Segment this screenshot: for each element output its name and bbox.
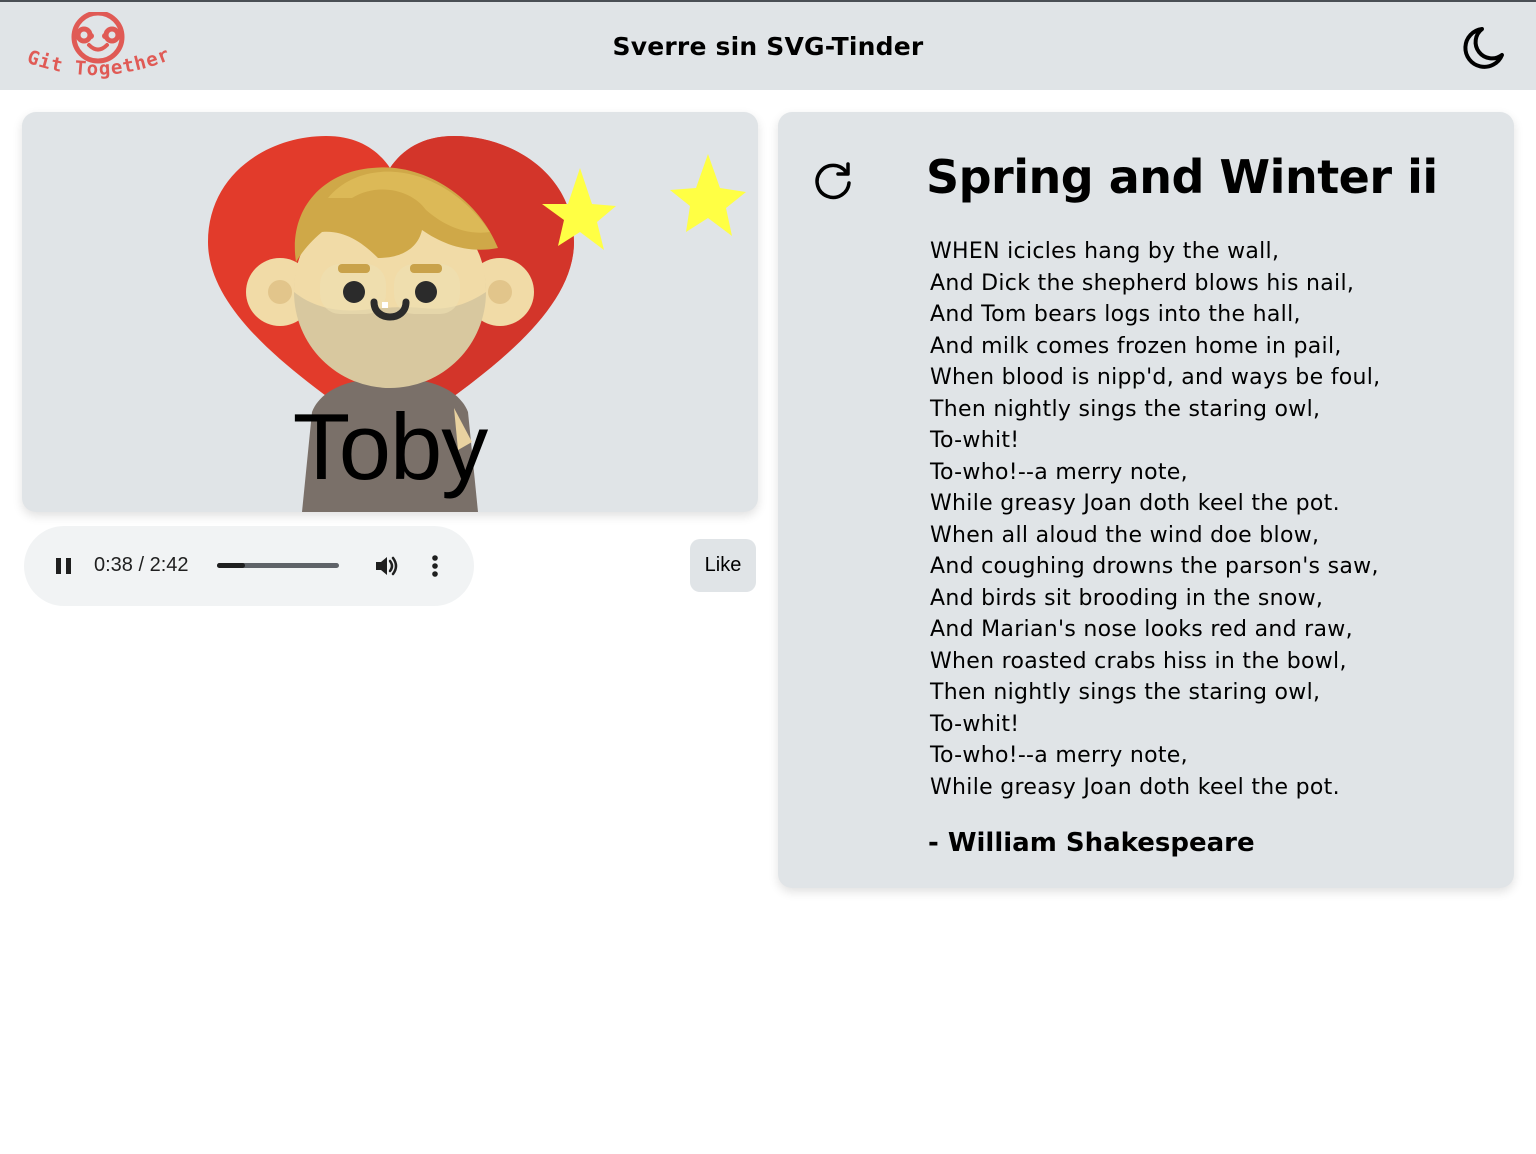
poem-line: To-whit! <box>930 428 1020 453</box>
refresh-poem-button[interactable] <box>810 158 856 204</box>
poem-line: Then nightly sings the staring owl, <box>930 396 1321 422</box>
poem-line: To-who!--a merry note, <box>930 459 1188 485</box>
poem-author: - William Shakespeare <box>928 828 1255 858</box>
like-button[interactable]: Like <box>690 539 756 592</box>
poem-line: And Marian's nose looks red and raw, <box>930 617 1353 642</box>
poem-body: WHEN icicles hang by the wall, And Dick t… <box>930 236 1380 803</box>
pause-icon <box>56 558 71 574</box>
volume-button[interactable] <box>372 552 400 580</box>
audio-player[interactable]: 0:38 / 2:42 <box>24 526 474 606</box>
profile-name: Toby <box>292 394 489 499</box>
dark-mode-toggle[interactable] <box>1458 22 1510 74</box>
page-title: Sverre sin SVG-Tinder <box>612 32 924 61</box>
poem-line: And milk comes frozen home in pail, <box>930 333 1342 359</box>
audio-options-button[interactable] <box>424 552 446 580</box>
poem-line: And Dick the shepherd blows his nail, <box>930 270 1355 296</box>
audio-time: 0:38 / 2:42 <box>94 554 189 576</box>
refresh-icon <box>815 162 851 200</box>
poem-line: While greasy Joan doth keel the pot. <box>930 774 1340 800</box>
poem-line: And birds sit brooding in the snow, <box>930 585 1324 611</box>
poem-card: Spring and Winter ii WHEN icicles hang b… <box>778 112 1514 888</box>
poem-line: When blood is nipp'd, and ways be foul, <box>930 365 1381 390</box>
poem-title: Spring and Winter ii <box>926 150 1438 204</box>
more-vertical-icon <box>432 555 438 577</box>
profile-card: Toby <box>22 112 758 512</box>
volume-icon <box>376 556 398 576</box>
star-icon <box>670 154 746 236</box>
moon-icon <box>1463 27 1504 69</box>
poem-line: When all aloud the wind doe blow, <box>930 522 1320 548</box>
audio-seek-bar[interactable] <box>217 563 339 568</box>
app-header: Git Together Sverre sin SVG-Tinder <box>0 0 1536 90</box>
poem-line: While greasy Joan doth keel the pot. <box>930 491 1340 516</box>
poem-line: To-who!--a merry note, <box>930 743 1188 768</box>
poem-line: Then nightly sings the staring owl, <box>930 680 1321 705</box>
pause-button[interactable] <box>50 552 78 580</box>
poem-line: When roasted crabs hiss in the bowl, <box>930 648 1347 674</box>
poem-line: To-whit! <box>930 711 1020 737</box>
poem-line: And coughing drowns the parson's saw, <box>930 554 1379 579</box>
audio-progress-fill <box>217 563 246 568</box>
poem-line: And Tom bears logs into the hall, <box>930 302 1301 327</box>
poem-line: WHEN icicles hang by the wall, <box>930 239 1280 264</box>
